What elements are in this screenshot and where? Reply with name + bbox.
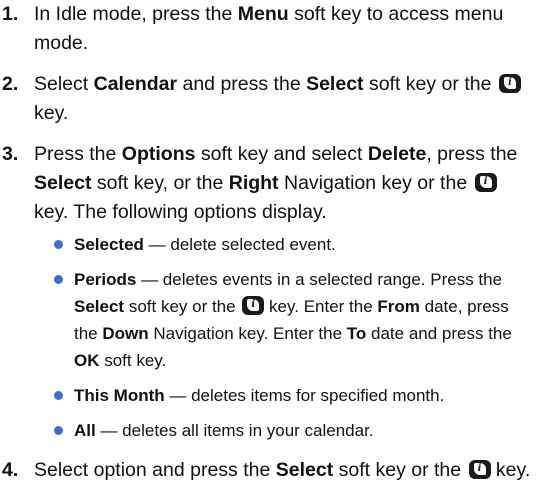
step-number: 2. (2, 73, 19, 95)
step-1: 1. In Idle mode, press the Menu soft key… (2, 0, 536, 58)
step-2: 2. Select Calendar and press the Select … (2, 70, 536, 128)
bullet-icon (54, 426, 63, 435)
step-3: 3. Press the Options soft key and select… (2, 140, 536, 444)
info-key-icon: i (498, 74, 521, 93)
bullet-icon (54, 240, 63, 249)
info-key-icon: i (468, 460, 491, 479)
step-number: 3. (2, 143, 19, 165)
step-4: 4. Select option and press the Select so… (2, 456, 536, 485)
info-key-icon: i (474, 173, 497, 192)
option-periods: Periods — deletes events in a selected r… (34, 266, 536, 374)
option-selected: Selected — delete selected event. (34, 231, 536, 258)
step-number: 4. (2, 459, 19, 481)
step-text: Press the Options soft key and select De… (34, 143, 518, 223)
info-key-icon: i (242, 296, 265, 315)
delete-options-list: Selected — delete selected event. Period… (34, 231, 536, 444)
option-this-month: This Month — deletes items for specified… (34, 382, 536, 409)
step-text: Select Calendar and press the Select sof… (34, 73, 521, 124)
step-text: In Idle mode, press the Menu soft key to… (34, 3, 504, 54)
option-all: All — deletes all items in your calendar… (34, 417, 536, 444)
bullet-icon (54, 391, 63, 400)
bullet-icon (54, 275, 63, 284)
step-text: Select option and press the Select soft … (34, 459, 531, 481)
step-number: 1. (2, 3, 19, 25)
steps-list: 1. In Idle mode, press the Menu soft key… (2, 0, 536, 485)
instructions: 1. In Idle mode, press the Menu soft key… (2, 0, 536, 485)
